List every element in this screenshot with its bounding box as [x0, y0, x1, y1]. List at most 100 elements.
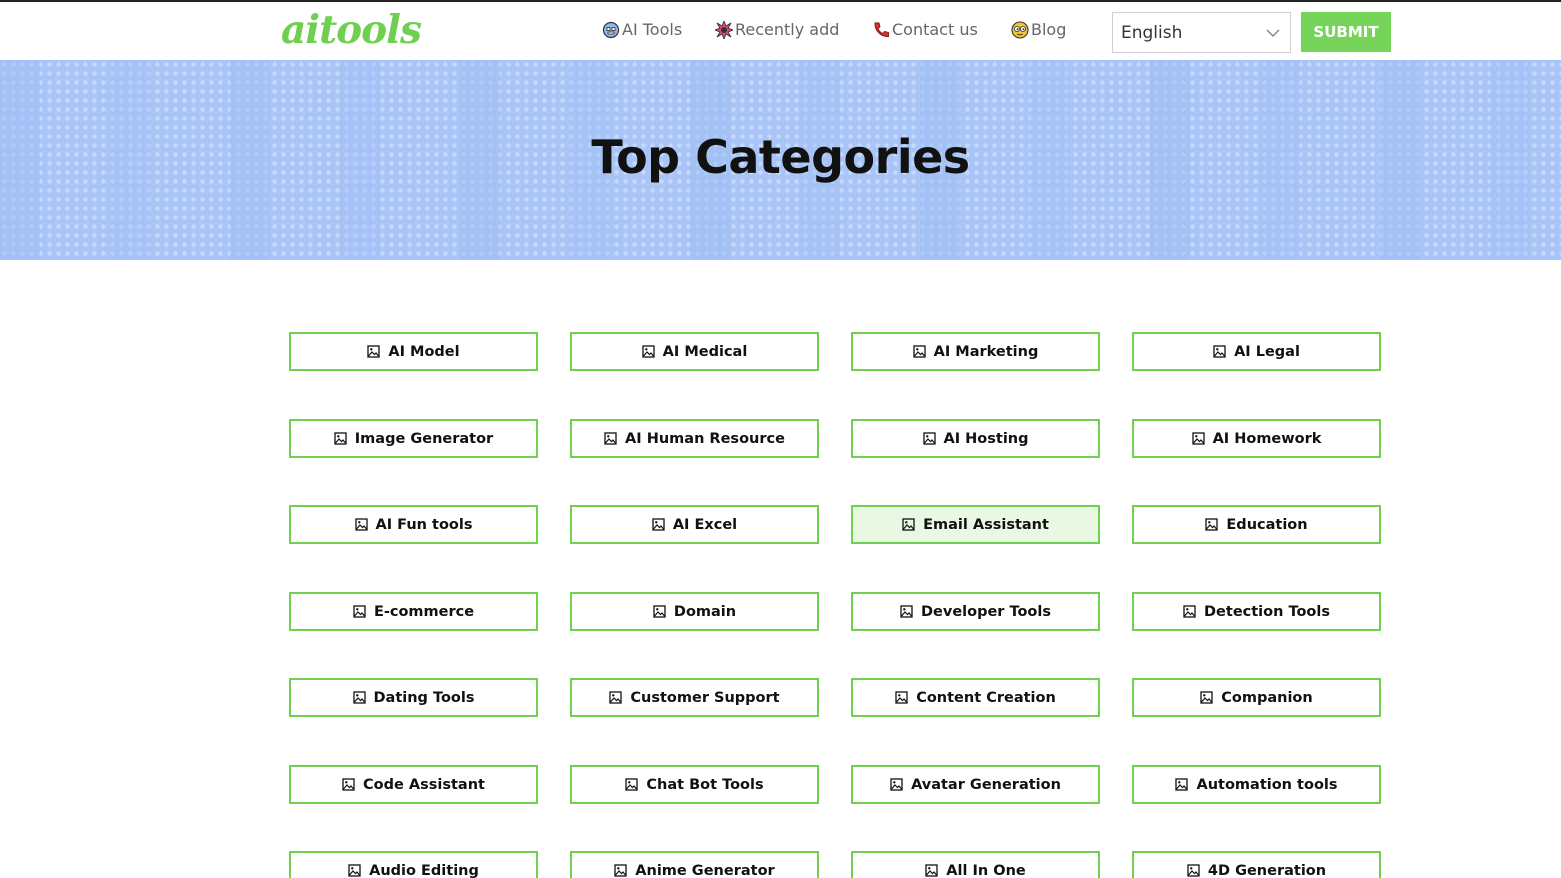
- category-label: AI Homework: [1212, 430, 1322, 447]
- category-button[interactable]: Audio Editing: [289, 851, 538, 878]
- nav-blog[interactable]: Blog: [1011, 20, 1066, 39]
- language-selected-value: English: [1121, 22, 1183, 43]
- category-button[interactable]: Automation tools: [1132, 765, 1381, 804]
- nav-contact-us[interactable]: Contact us: [872, 20, 978, 39]
- image-icon: [354, 518, 368, 531]
- image-icon: [925, 864, 938, 877]
- category-button[interactable]: AI Excel: [570, 505, 819, 544]
- image-icon: [922, 432, 936, 445]
- category-button[interactable]: Customer Support: [570, 678, 819, 717]
- image-icon: [367, 345, 381, 358]
- category-label: Chat Bot Tools: [646, 776, 764, 793]
- spark-burst-icon: [715, 20, 733, 39]
- category-button[interactable]: 4D Generation: [1132, 851, 1381, 878]
- site-header: aitools AI Tools Recently add Contact us…: [0, 2, 1561, 60]
- nav-ai-tools[interactable]: AI Tools: [602, 20, 682, 39]
- category-button[interactable]: AI Medical: [570, 332, 819, 371]
- image-icon: [1200, 691, 1213, 704]
- category-label: AI Legal: [1234, 343, 1300, 360]
- image-icon: [604, 432, 617, 445]
- category-button[interactable]: All In One: [851, 851, 1100, 878]
- image-icon: [1187, 864, 1200, 877]
- nav-label: AI Tools: [622, 20, 683, 39]
- category-button[interactable]: Chat Bot Tools: [570, 765, 819, 804]
- chevron-down-icon: [1266, 25, 1280, 39]
- category-button[interactable]: Code Assistant: [289, 765, 538, 804]
- category-label: Dating Tools: [373, 689, 475, 706]
- category-label: AI Hosting: [943, 430, 1029, 447]
- eyes-face-icon: [1011, 20, 1029, 39]
- category-label: Image Generator: [354, 430, 494, 447]
- category-label: Content Creation: [916, 689, 1056, 706]
- category-label: Email Assistant: [923, 516, 1049, 533]
- category-label: Detection Tools: [1204, 603, 1330, 620]
- image-icon: [609, 691, 623, 704]
- image-icon: [352, 691, 366, 704]
- nav-recently-add[interactable]: Recently add: [715, 20, 839, 39]
- category-label: AI Fun tools: [375, 516, 473, 533]
- category-button[interactable]: AI Hosting: [851, 419, 1100, 458]
- category-label: AI Model: [388, 343, 460, 360]
- category-button[interactable]: Developer Tools: [851, 592, 1100, 631]
- category-label: Domain: [673, 603, 737, 620]
- category-button[interactable]: Content Creation: [851, 678, 1100, 717]
- category-label: 4D Generation: [1207, 862, 1327, 878]
- category-button[interactable]: Dating Tools: [289, 678, 538, 717]
- image-icon: [625, 778, 639, 791]
- page-title: Top Categories: [591, 130, 970, 184]
- category-button[interactable]: AI Homework: [1132, 419, 1381, 458]
- category-button[interactable]: Email Assistant: [851, 505, 1100, 544]
- category-button[interactable]: Anime Generator: [570, 851, 819, 878]
- category-label: Avatar Generation: [911, 776, 1061, 793]
- image-icon: [642, 345, 655, 358]
- nav-label: Recently add: [735, 20, 840, 39]
- image-icon: [342, 778, 355, 791]
- image-icon: [653, 605, 666, 618]
- category-button[interactable]: Domain: [570, 592, 819, 631]
- category-label: AI Human Resource: [625, 430, 785, 447]
- category-label: E-commerce: [373, 603, 475, 620]
- nav-label: Contact us: [892, 20, 978, 39]
- hero-banner: Top Categories: [0, 60, 1561, 260]
- image-icon: [902, 518, 915, 531]
- category-label: All In One: [946, 862, 1026, 878]
- category-button[interactable]: AI Model: [289, 332, 538, 371]
- category-label: Audio Editing: [369, 862, 479, 878]
- category-button[interactable]: AI Fun tools: [289, 505, 538, 544]
- image-icon: [912, 345, 926, 358]
- image-icon: [652, 518, 665, 531]
- image-icon: [1213, 345, 1226, 358]
- category-button[interactable]: Companion: [1132, 678, 1381, 717]
- category-button[interactable]: Detection Tools: [1132, 592, 1381, 631]
- category-label: Anime Generator: [635, 862, 775, 878]
- submit-button[interactable]: SUBMIT: [1301, 12, 1391, 52]
- category-button[interactable]: AI Human Resource: [570, 419, 819, 458]
- category-button[interactable]: Avatar Generation: [851, 765, 1100, 804]
- category-label: Education: [1226, 516, 1308, 533]
- category-label: AI Medical: [662, 343, 748, 360]
- image-icon: [1191, 432, 1205, 445]
- image-icon: [900, 605, 913, 618]
- category-button[interactable]: Image Generator: [289, 419, 538, 458]
- category-button[interactable]: AI Marketing: [851, 332, 1100, 371]
- image-icon: [334, 432, 347, 445]
- image-icon: [614, 864, 627, 877]
- image-icon: [348, 864, 361, 877]
- site-logo[interactable]: aitools: [281, 7, 422, 53]
- category-button[interactable]: AI Legal: [1132, 332, 1381, 371]
- robot-face-icon: [602, 21, 620, 39]
- category-button[interactable]: Education: [1132, 505, 1381, 544]
- category-label: Automation tools: [1196, 776, 1338, 793]
- category-label: Customer Support: [630, 689, 780, 706]
- image-icon: [353, 605, 366, 618]
- image-icon: [895, 691, 908, 704]
- language-select[interactable]: English: [1112, 12, 1291, 53]
- image-icon: [890, 778, 903, 791]
- image-icon: [1175, 778, 1189, 791]
- nav-label: Blog: [1031, 20, 1067, 39]
- category-label: AI Marketing: [933, 343, 1039, 360]
- category-label: Companion: [1221, 689, 1313, 706]
- category-button[interactable]: E-commerce: [289, 592, 538, 631]
- category-label: Developer Tools: [921, 603, 1051, 620]
- category-label: Code Assistant: [363, 776, 485, 793]
